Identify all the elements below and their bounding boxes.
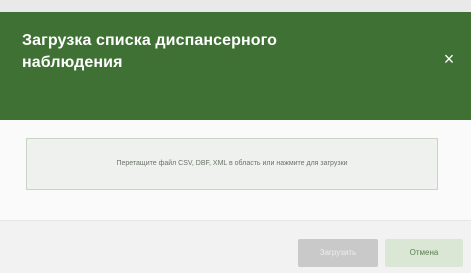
dialog-header: Загрузка списка диспансерного наблюдения… (0, 12, 471, 120)
dialog-title-line-2: наблюдения (22, 54, 123, 71)
upload-button[interactable]: Загрузить (298, 239, 378, 267)
dropzone-instruction: Перетащите файл CSV, DBF, XML в область … (116, 160, 348, 167)
dialog-body: Перетащите файл CSV, DBF, XML в область … (0, 120, 471, 220)
dialog-title: Загрузка списка диспансерного наблюдения (22, 30, 362, 74)
dialog-footer: Загрузить Отмена (0, 220, 471, 273)
close-icon[interactable]: × (438, 48, 460, 70)
dialog-title-line-1: Загрузка списка диспансерного (22, 32, 278, 49)
cancel-button[interactable]: Отмена (385, 239, 463, 267)
file-dropzone[interactable]: Перетащите файл CSV, DBF, XML в область … (26, 138, 438, 190)
background-page-strip (0, 0, 471, 12)
upload-dispensary-list-dialog: Загрузка списка диспансерного наблюдения… (0, 12, 471, 273)
